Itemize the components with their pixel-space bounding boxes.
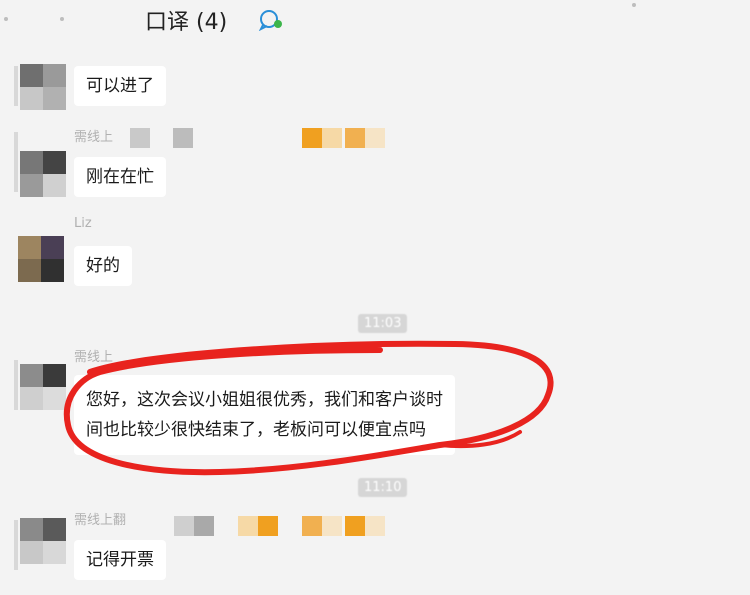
redacted-block xyxy=(345,128,365,148)
redacted-block xyxy=(194,516,214,536)
group-chat-icon[interactable] xyxy=(258,9,284,31)
redacted-block xyxy=(322,516,342,536)
header-blur-dot xyxy=(4,17,8,21)
sender-name: 需线上 xyxy=(74,350,114,365)
message-bubble[interactable]: 刚在在忙 xyxy=(74,157,166,197)
chat-header: 口译 (4) xyxy=(0,0,750,44)
redacted-block xyxy=(258,516,278,536)
message-bubble[interactable]: 可以进了 xyxy=(74,66,166,106)
redacted-block xyxy=(302,516,322,536)
avatar[interactable] xyxy=(18,236,64,282)
message-line: 间也比较少很快结束了，老板问可以便宜点吗 xyxy=(86,420,426,440)
left-edge-shadow xyxy=(14,360,18,410)
header-blur-dot xyxy=(60,17,64,21)
avatar[interactable] xyxy=(20,64,66,110)
message-line: 您好，这次会议小姐姐很优秀，我们和客户谈时 xyxy=(86,390,443,410)
redacted-block xyxy=(322,128,342,148)
redacted-block xyxy=(173,128,193,148)
message-bubble[interactable]: 记得开票 xyxy=(74,540,166,580)
avatar[interactable] xyxy=(20,364,66,410)
avatar[interactable] xyxy=(20,151,66,197)
left-edge-shadow xyxy=(14,520,18,570)
timestamp: 11:03 xyxy=(358,314,408,333)
header-blur-dot xyxy=(632,3,636,7)
sender-name: 需线上翻 xyxy=(74,513,127,528)
redacted-block xyxy=(345,516,365,536)
redacted-block xyxy=(365,128,385,148)
timestamp: 11:10 xyxy=(358,478,408,497)
redacted-block xyxy=(365,516,385,536)
sender-name: 需线上 xyxy=(74,130,114,145)
message-bubble[interactable]: 好的 xyxy=(74,246,132,286)
left-edge-shadow xyxy=(14,66,18,106)
redacted-block xyxy=(130,128,150,148)
redacted-block xyxy=(238,516,258,536)
chat-title: 口译 (4) xyxy=(145,10,228,35)
message-bubble-highlighted[interactable]: 您好，这次会议小姐姐很优秀，我们和客户谈时 间也比较少很快结束了，老板问可以便宜… xyxy=(74,375,455,455)
left-edge-shadow xyxy=(14,132,18,192)
redacted-block xyxy=(302,128,322,148)
avatar[interactable] xyxy=(20,518,66,564)
sender-name: Liz xyxy=(74,216,92,231)
redacted-block xyxy=(174,516,194,536)
